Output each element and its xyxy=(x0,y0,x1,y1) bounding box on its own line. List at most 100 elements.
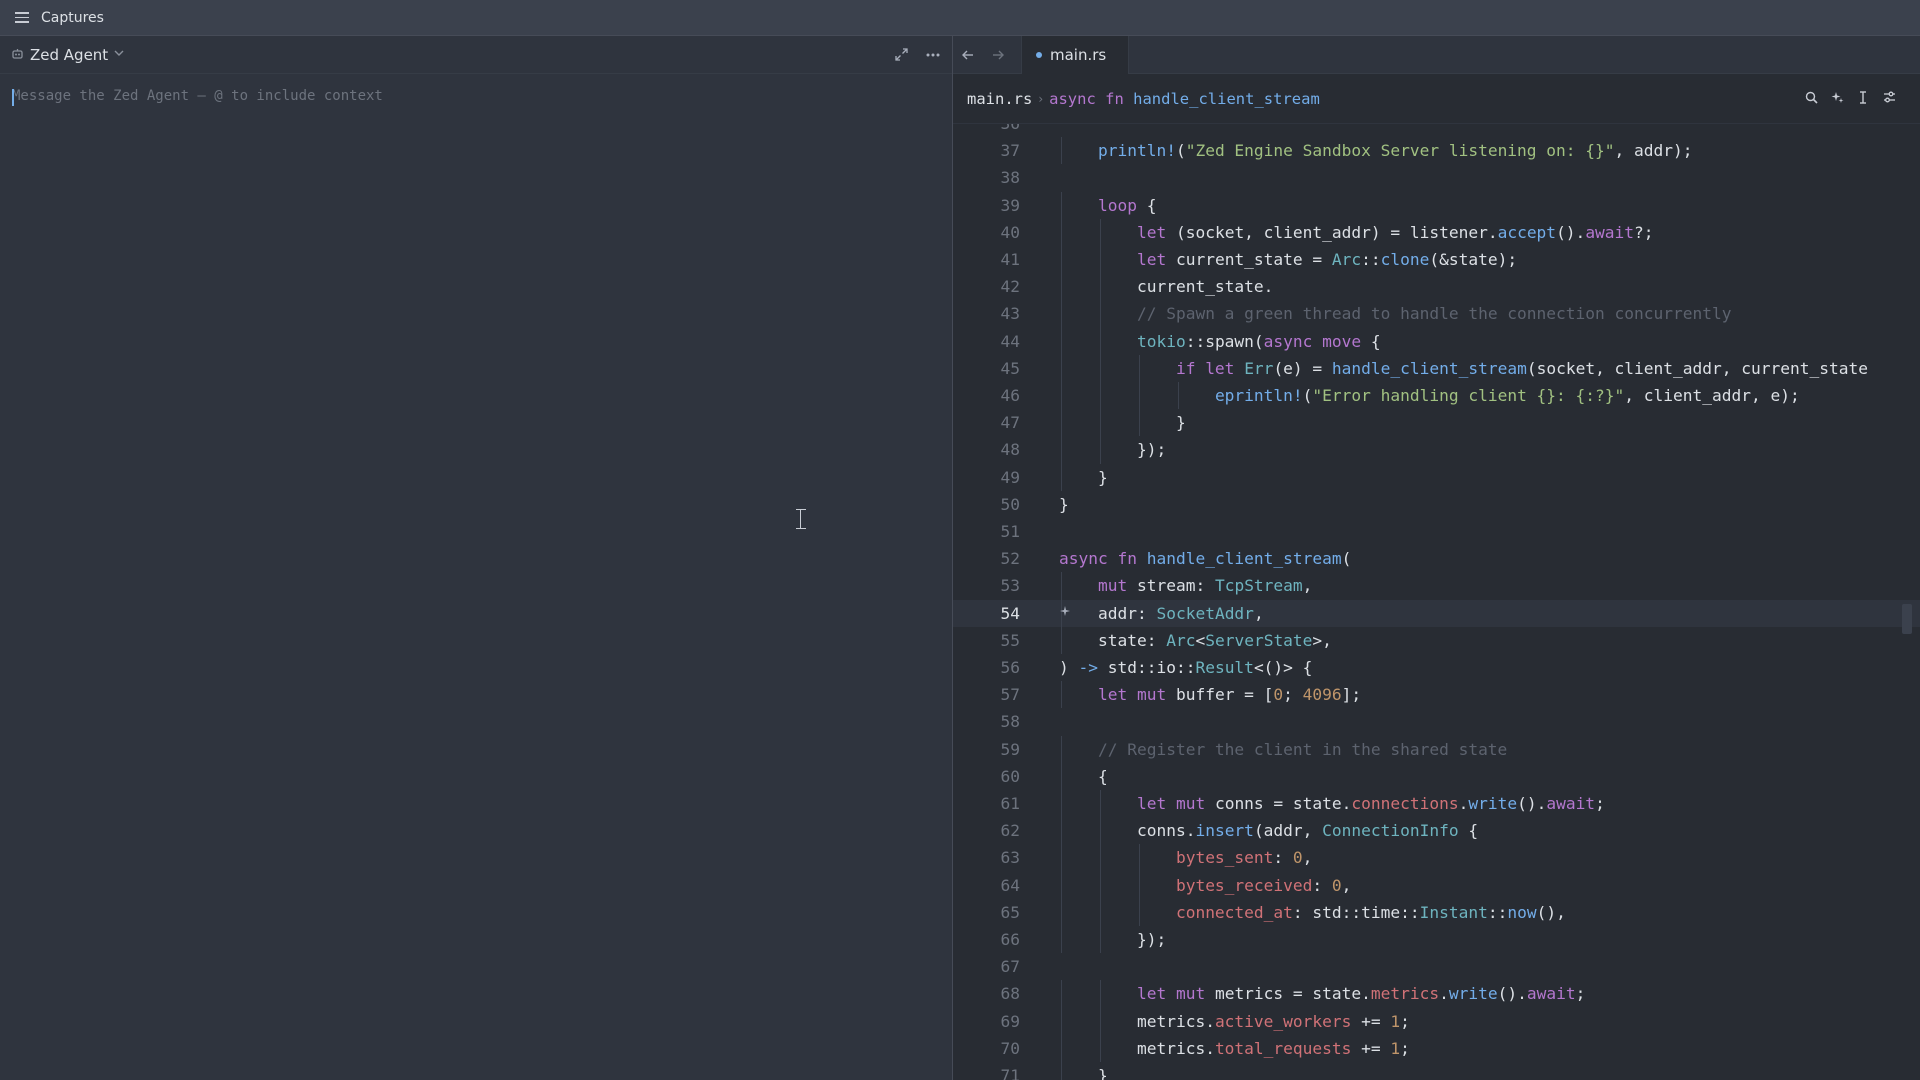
code-line[interactable]: 65 connected_at: std::time::Instant::now… xyxy=(953,898,1920,926)
code-text: let mut conns = state.connections.write(… xyxy=(1059,790,1605,817)
code-line[interactable]: 37 println!("Zed Engine Sandbox Server l… xyxy=(953,137,1920,165)
code-line[interactable]: 52 async fn handle_client_stream( xyxy=(953,545,1920,572)
line-number[interactable]: 40 xyxy=(953,219,1021,246)
code-token: ) xyxy=(1059,658,1069,677)
agent-message-input[interactable]: Message the Zed Agent — @ to include con… xyxy=(12,88,383,106)
line-number[interactable]: 64 xyxy=(953,872,1021,899)
line-number[interactable]: 71 xyxy=(953,1062,1021,1080)
hamburger-menu-icon[interactable] xyxy=(15,12,29,23)
line-number[interactable]: 38 xyxy=(953,164,1021,191)
line-number[interactable]: 69 xyxy=(953,1008,1021,1035)
code-line[interactable]: 36 xyxy=(953,124,1920,137)
code-line[interactable]: 68 let mut metrics = state.metrics.write… xyxy=(953,980,1920,1008)
code-line[interactable]: 71 } xyxy=(953,1062,1920,1080)
vertical-scrollbar-thumb[interactable] xyxy=(1902,604,1912,634)
code-line[interactable]: 56) -> std::io::Result<()> { xyxy=(953,654,1920,681)
code-line[interactable]: 47 } xyxy=(953,409,1920,437)
line-number[interactable]: 45 xyxy=(953,355,1021,382)
line-number[interactable]: 49 xyxy=(953,464,1021,491)
code-line[interactable]: 63 bytes_sent: 0, xyxy=(953,844,1920,872)
line-number[interactable]: 43 xyxy=(953,300,1021,327)
line-number[interactable]: 39 xyxy=(953,192,1021,219)
code-line[interactable]: 44 tokio::spawn(async move { xyxy=(953,327,1920,355)
code-line[interactable]: 59 // Register the client in the shared … xyxy=(953,735,1920,763)
breadcrumb-file[interactable]: main.rs xyxy=(967,90,1032,108)
code-line[interactable]: 49 } xyxy=(953,463,1920,491)
code-line[interactable]: 58 xyxy=(953,708,1920,735)
line-number[interactable]: 37 xyxy=(953,137,1021,164)
line-number[interactable]: 42 xyxy=(953,273,1021,300)
line-number[interactable]: 60 xyxy=(953,763,1021,790)
breadcrumb-symbol[interactable]: handle_client_stream xyxy=(1133,90,1320,108)
code-line[interactable]: 70 metrics.total_requests += 1; xyxy=(953,1034,1920,1062)
line-number[interactable]: 48 xyxy=(953,436,1021,463)
line-number[interactable]: 53 xyxy=(953,572,1021,599)
code-line[interactable]: 50} xyxy=(953,491,1920,518)
code-line[interactable]: 40 let (socket, client_addr) = listener.… xyxy=(953,218,1920,246)
settings-sliders-icon[interactable] xyxy=(1882,91,1896,107)
agent-selector[interactable]: Zed Agent xyxy=(30,46,108,64)
line-number[interactable]: 54 xyxy=(953,600,1021,627)
code-line[interactable]: 54 addr: SocketAddr, xyxy=(953,599,1920,627)
line-number[interactable]: 52 xyxy=(953,545,1021,572)
code-line[interactable]: 57 let mut buffer = [0; 4096]; xyxy=(953,681,1920,709)
line-number[interactable]: 61 xyxy=(953,790,1021,817)
inline-assist-sparkle-icon[interactable] xyxy=(1059,600,1071,627)
line-number[interactable]: 62 xyxy=(953,817,1021,844)
line-number[interactable]: 44 xyxy=(953,328,1021,355)
line-number[interactable]: 68 xyxy=(953,980,1021,1007)
indent-guide xyxy=(1061,409,1062,437)
line-number[interactable]: 55 xyxy=(953,627,1021,654)
search-icon[interactable] xyxy=(1804,91,1818,108)
line-number[interactable]: 51 xyxy=(953,518,1021,545)
more-options-icon[interactable] xyxy=(924,46,942,64)
code-token: }); xyxy=(1136,930,1167,949)
code-token: bytes_sent xyxy=(1175,848,1274,868)
code-line[interactable]: 41 let current_state = Arc::clone(&state… xyxy=(953,246,1920,274)
indent-guide xyxy=(1061,681,1062,709)
line-number[interactable]: 63 xyxy=(953,844,1021,871)
code-token: now xyxy=(1507,902,1537,922)
code-line[interactable]: 51 xyxy=(953,518,1920,545)
code-line[interactable]: 43 // Spawn a green thread to handle the… xyxy=(953,300,1920,328)
line-number[interactable]: 57 xyxy=(953,681,1021,708)
code-line[interactable]: 42 current_state. xyxy=(953,273,1920,301)
code-line[interactable]: 60 { xyxy=(953,762,1920,790)
line-number[interactable]: 65 xyxy=(953,899,1021,926)
line-number[interactable]: 46 xyxy=(953,382,1021,409)
code-line[interactable]: 38 xyxy=(953,164,1920,191)
code-line[interactable]: 46 eprintln!("Error handling client {}: … xyxy=(953,382,1920,410)
chevron-down-icon[interactable] xyxy=(114,49,124,60)
tab-main-rs[interactable]: main.rs xyxy=(1021,36,1130,74)
line-number[interactable]: 41 xyxy=(953,246,1021,273)
expand-icon[interactable] xyxy=(892,46,910,64)
breadcrumb-keyword[interactable]: async fn xyxy=(1049,90,1124,108)
line-number[interactable]: 36 xyxy=(953,124,1021,137)
code-line[interactable]: 45 if let Err(e) = handle_client_stream(… xyxy=(953,354,1920,382)
code-line[interactable]: 39 loop { xyxy=(953,191,1920,219)
code-line[interactable]: 55 state: Arc<ServerState>, xyxy=(953,626,1920,654)
line-number[interactable]: 59 xyxy=(953,736,1021,763)
code-line[interactable]: 62 conns.insert(addr, ConnectionInfo { xyxy=(953,817,1920,845)
line-number[interactable]: 56 xyxy=(953,654,1021,681)
code-editor[interactable]: 3637 println!("Zed Engine Sandbox Server… xyxy=(953,124,1920,1080)
code-line[interactable]: 64 bytes_received: 0, xyxy=(953,871,1920,899)
line-number[interactable]: 58 xyxy=(953,708,1021,735)
line-number[interactable]: 67 xyxy=(953,953,1021,980)
text-cursor-toggle-icon[interactable] xyxy=(1856,90,1870,108)
line-number[interactable]: 66 xyxy=(953,926,1021,953)
line-number[interactable]: 47 xyxy=(953,409,1021,436)
line-number[interactable]: 70 xyxy=(953,1035,1021,1062)
code-line[interactable]: 61 let mut conns = state.connections.wri… xyxy=(953,790,1920,818)
code-line[interactable]: 67 xyxy=(953,953,1920,980)
code-line[interactable]: 69 metrics.active_workers += 1; xyxy=(953,1007,1920,1035)
line-number[interactable]: 50 xyxy=(953,491,1021,518)
assistant-sparkle-icon[interactable] xyxy=(1830,91,1844,108)
code-line[interactable]: 48 }); xyxy=(953,436,1920,464)
code-line[interactable]: 53 mut stream: TcpStream, xyxy=(953,572,1920,600)
back-arrow-icon[interactable] xyxy=(953,36,983,73)
code-line[interactable]: 66 }); xyxy=(953,926,1920,954)
forward-arrow-icon[interactable] xyxy=(983,36,1013,73)
